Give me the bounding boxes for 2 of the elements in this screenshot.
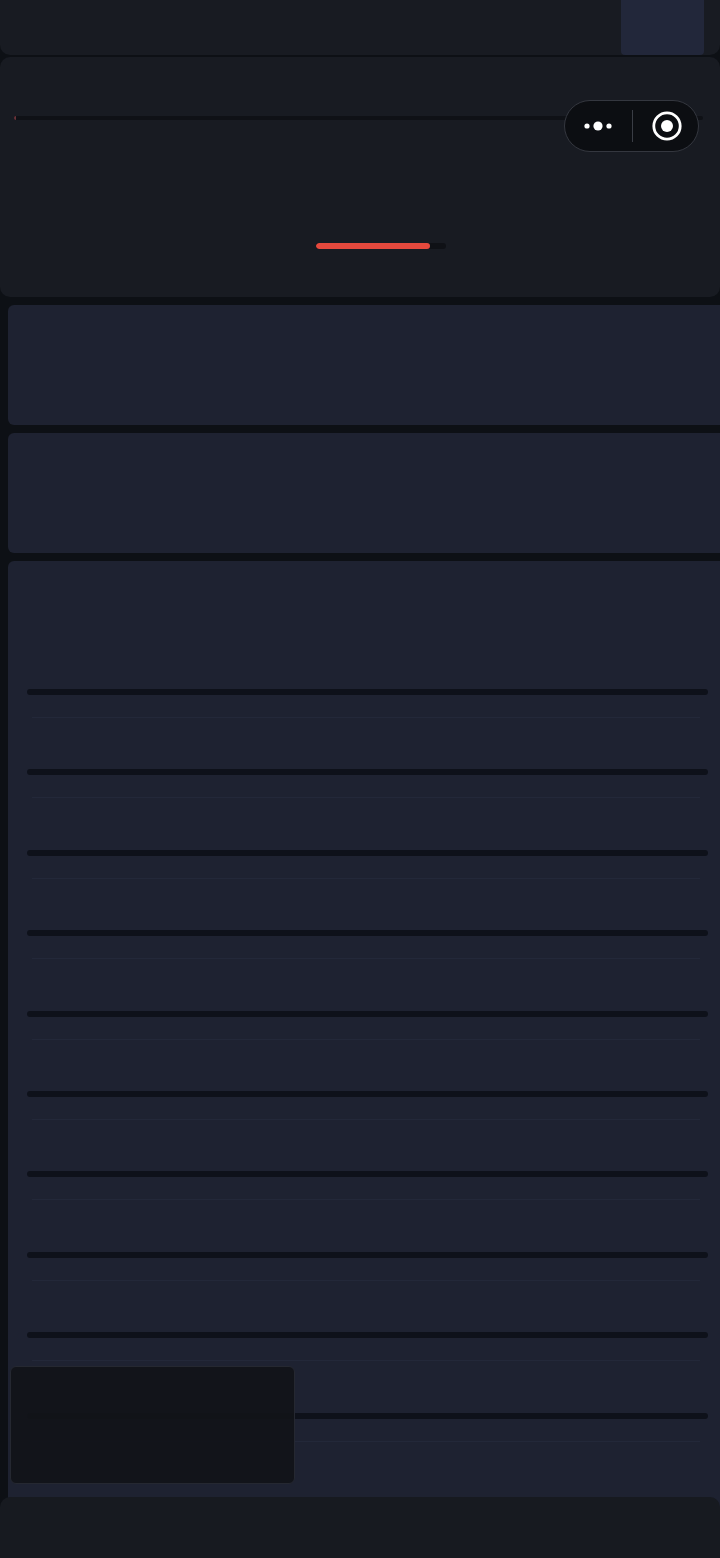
- ring-dot-icon[interactable]: [652, 111, 682, 141]
- more-icon[interactable]: [584, 120, 612, 132]
